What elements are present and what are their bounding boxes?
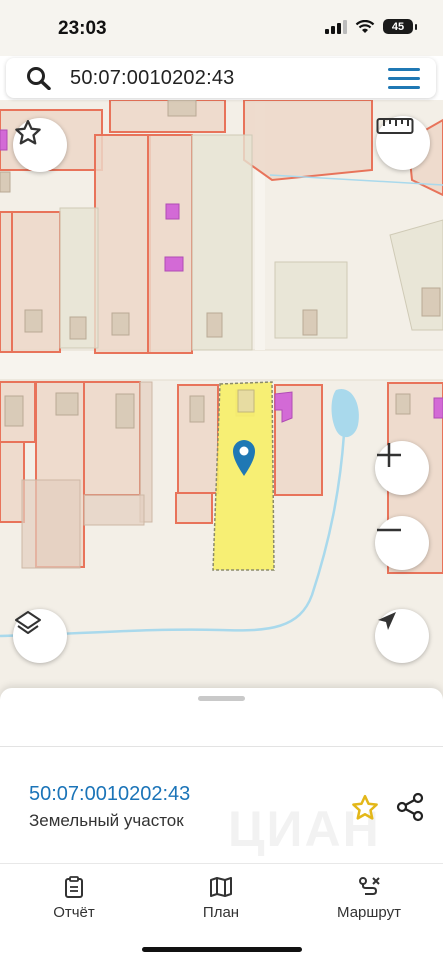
status-time: 23:03 bbox=[58, 18, 107, 39]
tab-plan[interactable]: План bbox=[166, 876, 276, 921]
favorites-button[interactable] bbox=[13, 118, 67, 172]
divider bbox=[0, 746, 443, 747]
sheet-drag-handle[interactable] bbox=[198, 696, 245, 701]
zoom-out-button[interactable] bbox=[375, 516, 429, 570]
plus-icon bbox=[377, 443, 401, 467]
status-bar: 23:03 45 bbox=[0, 0, 443, 56]
navigation-arrow-icon bbox=[378, 612, 396, 630]
report-icon bbox=[65, 876, 83, 898]
favorite-star-icon[interactable] bbox=[350, 793, 380, 823]
tab-label: Отчёт bbox=[53, 904, 95, 921]
battery-level: 45 bbox=[391, 20, 405, 33]
zoom-in-button[interactable] bbox=[375, 441, 429, 495]
home-indicator bbox=[142, 947, 302, 952]
map-view[interactable] bbox=[0, 100, 443, 700]
layers-icon bbox=[15, 611, 41, 634]
tab-label: Маршрут bbox=[337, 904, 401, 921]
map-icon bbox=[210, 877, 232, 897]
parcel-number[interactable]: 50:07:0010202:43 bbox=[29, 783, 190, 806]
tab-label: План bbox=[202, 904, 240, 921]
wifi-icon bbox=[355, 19, 375, 33]
star-outline-icon bbox=[15, 120, 41, 145]
search-icon[interactable] bbox=[26, 66, 52, 90]
layers-button[interactable] bbox=[13, 609, 67, 663]
route-icon bbox=[359, 877, 380, 895]
search-input[interactable]: 50:07:0010202:43 bbox=[70, 67, 234, 90]
my-location-button[interactable] bbox=[375, 609, 429, 663]
menu-icon[interactable] bbox=[388, 68, 420, 90]
ruler-button[interactable] bbox=[376, 116, 430, 170]
tab-route[interactable]: Маршрут bbox=[314, 876, 424, 921]
search-bar[interactable]: 50:07:0010202:43 bbox=[6, 58, 436, 98]
status-icons: 45 bbox=[325, 19, 417, 34]
parcel-type: Земельный участок bbox=[29, 811, 184, 830]
minus-icon bbox=[377, 528, 401, 532]
share-icon[interactable] bbox=[394, 791, 426, 823]
signal-icon bbox=[325, 19, 347, 34]
ruler-icon bbox=[376, 118, 414, 134]
battery-icon: 45 bbox=[383, 19, 417, 34]
bottom-tab-bar: Отчёт План Маршрут bbox=[0, 864, 443, 960]
tab-report[interactable]: Отчёт bbox=[19, 876, 129, 921]
